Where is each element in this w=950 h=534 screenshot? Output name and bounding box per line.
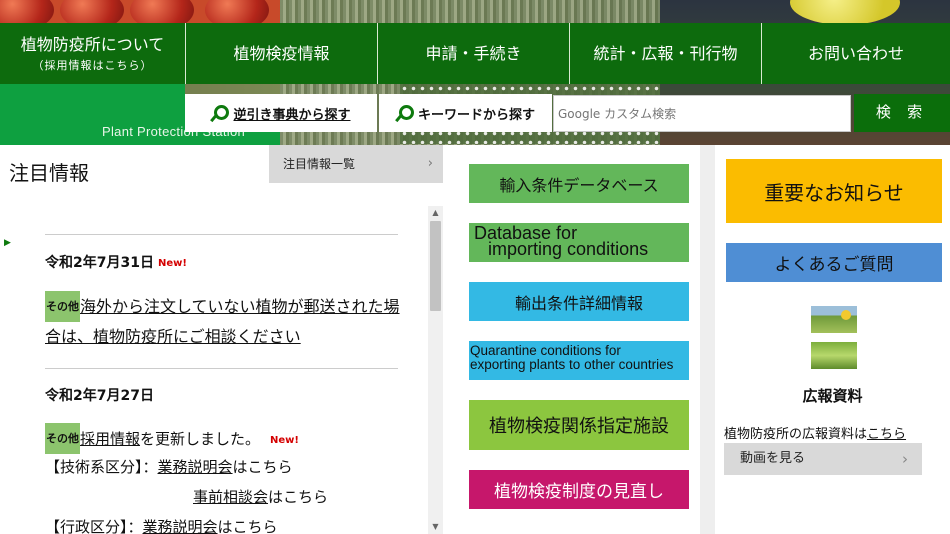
nav-item-quarantine-info[interactable]: 植物検疫情報 [186, 23, 378, 84]
notice-link[interactable]: 海外から注文していない植物が郵送された場合は、植物防疫所にご相談ください [45, 297, 400, 346]
notice-item: その他採用情報を更新しました。 New! [45, 423, 405, 455]
export-conditions-en-button[interactable]: Quarantine conditions for exporting plan… [469, 341, 689, 380]
line-suffix: はこちら [268, 488, 329, 506]
recruit-line-consultation: 事前相談会はこちら [193, 486, 328, 507]
notice-date: 令和2年7月27日 [45, 385, 154, 405]
new-badge: New! [270, 435, 299, 446]
chevron-right-icon: › [427, 156, 433, 171]
nav-item-about[interactable]: 植物防疫所について （採用情報はこちら） [0, 23, 186, 84]
reverse-lookup-link[interactable]: 逆引き事典から探す [185, 94, 377, 132]
search-input[interactable] [553, 95, 851, 132]
designated-facilities-label: 植物検疫関係指定施設 [489, 416, 669, 437]
watch-video-button[interactable]: 動画を見る › [724, 443, 922, 475]
export-conditions-en-line2: exporting plants to other countries [470, 357, 674, 372]
reverse-lookup-label: 逆引き事典から探す [233, 107, 351, 123]
notice-scrollbar[interactable]: ▲ ▼ [428, 206, 443, 534]
search-icon [211, 105, 230, 121]
new-badge: New! [157, 258, 187, 269]
notice-panel: 注目情報 注目情報一覧 › ▶ 令和2年7月31日 New! その他海外から注文し… [0, 145, 458, 534]
notice-item: その他海外から注文していない植物が郵送された場合は、植物防疫所にご相談ください [45, 291, 405, 351]
pr-materials-text: 植物防疫所の広報資料はこちら [724, 423, 906, 442]
scroll-up-arrow-icon[interactable]: ▲ [428, 206, 443, 220]
notice-list-label: 注目情報一覧 [283, 157, 356, 171]
column-gap [700, 145, 715, 534]
chevron-right-icon: › [902, 450, 908, 468]
briefing-link[interactable]: 業務説明会 [143, 518, 218, 534]
nav-item-contact[interactable]: お問い合わせ [762, 23, 950, 84]
export-conditions-en-line1: Quarantine conditions for [470, 343, 621, 358]
notice-date: 令和2年7月31日 New! [45, 252, 187, 272]
nav-contact-label: お問い合わせ [807, 43, 904, 63]
nav-statistics-label: 統計・広報・刊行物 [593, 43, 738, 63]
line-prefix: 【技術系区分】： [45, 458, 158, 476]
pr-materials-link[interactable]: こちら [867, 427, 906, 442]
search-button[interactable]: 検 索 [854, 94, 950, 132]
divider [45, 368, 398, 369]
export-conditions-label: 輸出条件詳細情報 [514, 293, 643, 313]
line-suffix: はこちら [232, 458, 293, 476]
search-icon [396, 105, 414, 121]
notice-date-text: 令和2年7月31日 [45, 255, 154, 271]
briefing-link[interactable]: 業務説明会 [158, 458, 233, 476]
keyword-search-label: キーワードから探す [417, 107, 535, 123]
consultation-link[interactable]: 事前相談会 [193, 488, 268, 506]
apples-photo [0, 0, 280, 30]
export-conditions-button[interactable]: 輸出条件詳細情報 [469, 282, 689, 321]
important-notice-button[interactable]: 重要なお知らせ [726, 159, 942, 223]
notice-title: 注目情報 [9, 161, 89, 185]
category-tag: その他 [45, 291, 80, 322]
important-notice-label: 重要なお知らせ [764, 180, 904, 205]
keyword-search-label-box: キーワードから探す [379, 94, 552, 132]
scroll-down-arrow-icon[interactable]: ▼ [428, 520, 443, 534]
watch-video-label: 動画を見る [740, 451, 806, 466]
faq-button[interactable]: よくあるご質問 [726, 243, 942, 282]
recruit-line-technical: 【技術系区分】：業務説明会はこちら [45, 456, 293, 477]
nav-quarantine-info-label: 植物検疫情報 [233, 43, 330, 63]
arrow-marker-icon: ▶ [4, 238, 11, 248]
import-database-en-line2: importing conditions [488, 239, 649, 259]
notice-date-text: 令和2年7月27日 [45, 388, 154, 404]
line-suffix: はこちら [217, 518, 278, 534]
faq-label: よくあるご質問 [774, 255, 894, 275]
divider [45, 234, 398, 235]
pr-brochure-thumbnail[interactable] [811, 342, 857, 369]
pr-materials-title: 広報資料 [802, 387, 863, 405]
import-database-label: 輸入条件データベース [499, 175, 659, 195]
line-prefix: 【行政区分】： [45, 518, 143, 534]
import-database-button[interactable]: 輸入条件データベース [469, 164, 689, 203]
column-gap [443, 145, 458, 534]
nav-item-applications[interactable]: 申請・手続き [378, 23, 570, 84]
recruit-info-link[interactable]: 採用情報 [80, 430, 140, 448]
notice-text: を更新しました。 [140, 430, 261, 448]
system-review-label: 植物検疫制度の見直し [494, 482, 664, 502]
import-database-en-button[interactable]: Database for importing conditions [469, 223, 689, 262]
pr-materials-sentence: 植物防疫所の広報資料は [724, 427, 868, 442]
category-tag: その他 [45, 423, 80, 454]
right-sidebar: 重要なお知らせ よくあるご質問 広報資料 植物防疫所の広報資料はこちら 動画を見… [715, 145, 950, 534]
nav-item-statistics[interactable]: 統計・広報・刊行物 [570, 23, 762, 84]
system-review-button[interactable]: 植物検疫制度の見直し [469, 470, 689, 509]
notice-feed[interactable]: ▶ 令和2年7月31日 New! その他海外から注文していない植物が郵送された場合… [0, 206, 428, 534]
notice-list-button[interactable]: 注目情報一覧 › [269, 145, 443, 183]
nav-applications-label: 申請・手続き [425, 43, 522, 63]
nav-about-sublabel: （採用情報はこちら） [32, 58, 153, 72]
nav-about-label: 植物防疫所について [20, 34, 165, 54]
pr-brochure-thumbnail[interactable] [811, 306, 857, 333]
main-navigation: 植物防疫所について （採用情報はこちら） 植物検疫情報 申請・手続き 統計・広報… [0, 23, 950, 84]
link-button-panel: 輸入条件データベース Database for importing condit… [458, 145, 700, 534]
designated-facilities-button[interactable]: 植物検疫関係指定施設 [469, 400, 689, 450]
recruit-line-administrative: 【行政区分】：業務説明会はこちら [45, 516, 278, 534]
scroll-thumb[interactable] [430, 221, 441, 311]
